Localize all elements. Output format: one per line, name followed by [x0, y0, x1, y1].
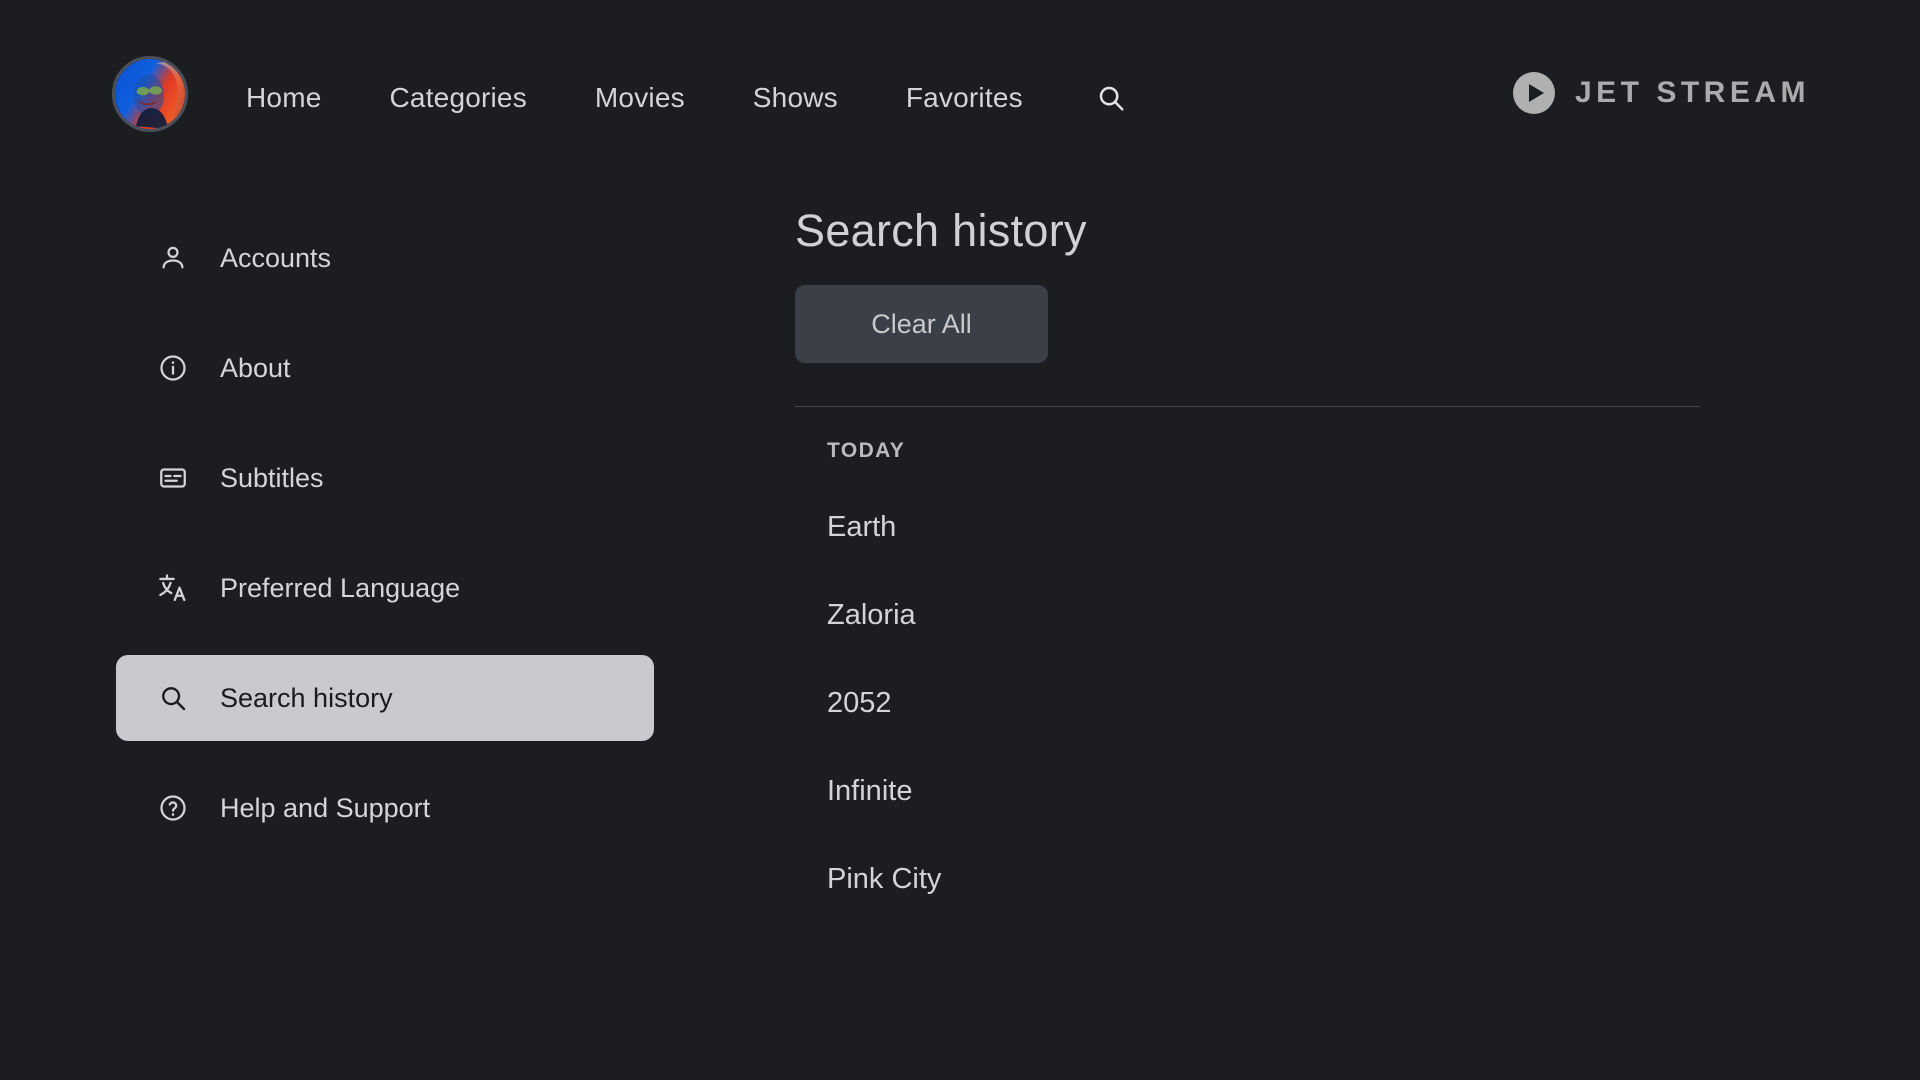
sidebar-item-label: Accounts — [220, 243, 331, 274]
sidebar-item-subtitles[interactable]: Subtitles — [116, 435, 654, 521]
sidebar-item-label: Help and Support — [220, 793, 430, 824]
sidebar-item-accounts[interactable]: Accounts — [116, 215, 654, 301]
sidebar-item-label: Search history — [220, 683, 393, 714]
avatar-image — [115, 59, 185, 129]
top-navigation-bar: Home Categories Movies Shows Favorites J… — [0, 0, 1920, 190]
search-icon — [156, 681, 190, 715]
nav-links: Home Categories Movies Shows Favorites — [246, 78, 1131, 118]
nav-link-shows[interactable]: Shows — [753, 82, 838, 114]
person-icon — [156, 241, 190, 275]
play-circle-icon — [1513, 72, 1555, 114]
section-divider — [795, 406, 1700, 407]
section-label-today: TODAY — [827, 439, 1795, 463]
subtitles-icon — [156, 461, 190, 495]
nav-link-favorites[interactable]: Favorites — [906, 82, 1023, 114]
list-item[interactable]: Zaloria — [827, 599, 916, 632]
sidebar-item-label: Preferred Language — [220, 573, 460, 604]
help-circle-icon — [156, 791, 190, 825]
list-item[interactable]: 2052 — [827, 687, 892, 720]
sidebar-item-search-history[interactable]: Search history — [116, 655, 654, 741]
search-icon[interactable] — [1091, 78, 1131, 118]
search-history-panel: Search history Clear All TODAY Earth Zal… — [795, 205, 1795, 951]
page-title: Search history — [795, 205, 1795, 257]
sidebar-item-preferred-language[interactable]: Preferred Language — [116, 545, 654, 631]
app-root: Home Categories Movies Shows Favorites J… — [0, 0, 1920, 1080]
sidebar-item-label: About — [220, 353, 291, 384]
nav-link-categories[interactable]: Categories — [390, 82, 527, 114]
list-item[interactable]: Infinite — [827, 775, 912, 808]
sidebar-item-label: Subtitles — [220, 463, 324, 494]
settings-sidebar: Accounts About Subtitles — [0, 215, 660, 875]
list-item[interactable]: Earth — [827, 511, 896, 544]
avatar[interactable] — [112, 56, 188, 132]
translate-icon — [156, 571, 190, 605]
clear-all-button[interactable]: Clear All — [795, 285, 1048, 363]
brand-logo[interactable]: JET STREAM — [1513, 72, 1810, 114]
search-history-list: Earth Zaloria 2052 Infinite Pink City — [795, 511, 1795, 896]
brand-name: JET STREAM — [1575, 76, 1810, 110]
sidebar-item-about[interactable]: About — [116, 325, 654, 411]
list-item[interactable]: Pink City — [827, 863, 941, 896]
sidebar-item-help-and-support[interactable]: Help and Support — [116, 765, 654, 851]
nav-link-home[interactable]: Home — [246, 82, 322, 114]
info-circle-icon — [156, 351, 190, 385]
nav-link-movies[interactable]: Movies — [595, 82, 685, 114]
